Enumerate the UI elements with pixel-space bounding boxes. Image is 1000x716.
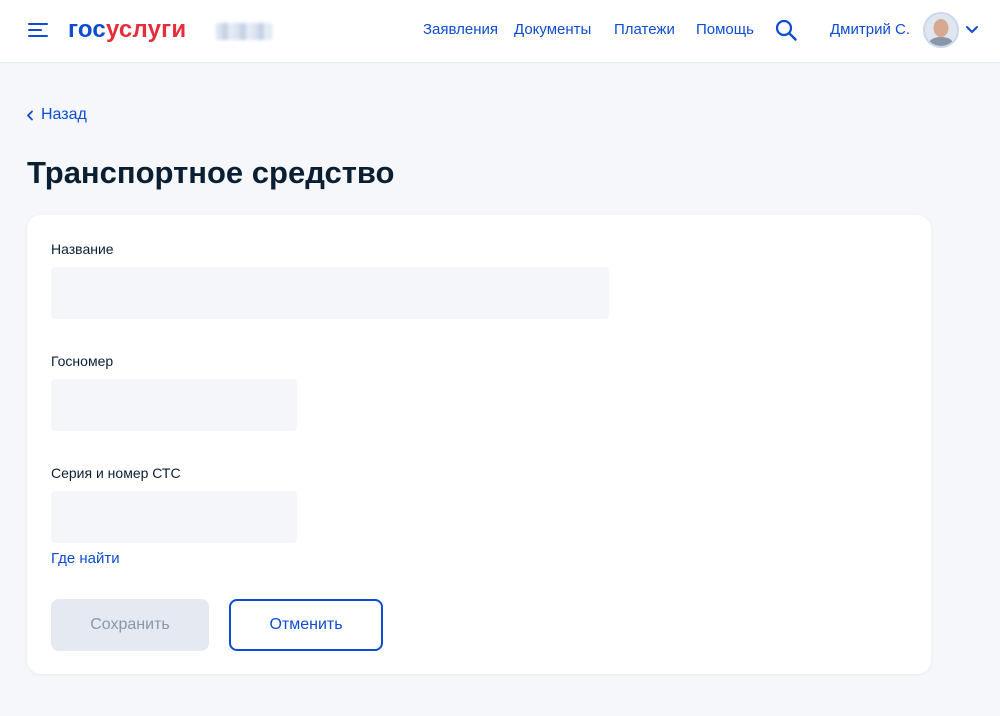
cancel-button[interactable]: Отменить	[229, 599, 383, 651]
back-label: Назад	[41, 106, 87, 123]
sts-input[interactable]	[51, 491, 297, 543]
nav-documents[interactable]: Документы	[514, 21, 591, 39]
chevron-left-icon	[27, 110, 33, 121]
blurred-region-label	[216, 23, 272, 40]
gosuslugi-logo[interactable]: госуслуги	[68, 14, 186, 46]
sts-label: Серия и номер СТС	[51, 465, 181, 481]
gov-number-input[interactable]	[51, 379, 297, 431]
page-title: Транспортное средство	[27, 155, 395, 190]
top-header: госуслуги Заявления Документы Платежи По…	[0, 0, 1000, 63]
vehicle-form-card: Название Госномер Серия и номер СТС Где …	[27, 215, 931, 674]
user-photo-icon	[925, 14, 957, 46]
user-name[interactable]: Дмитрий С.	[830, 21, 910, 39]
name-input[interactable]	[51, 267, 609, 319]
search-icon[interactable]	[775, 19, 797, 41]
where-to-find-link[interactable]: Где найти	[51, 549, 120, 569]
nav-help[interactable]: Помощь	[696, 21, 754, 39]
menu-icon[interactable]	[28, 22, 48, 38]
save-button[interactable]: Сохранить	[51, 599, 209, 651]
gov-number-label: Госномер	[51, 353, 114, 369]
chevron-down-icon[interactable]	[965, 24, 979, 36]
nav-payments[interactable]: Платежи	[614, 21, 675, 39]
nav-applications[interactable]: Заявления	[423, 21, 498, 39]
name-label: Название	[51, 241, 114, 257]
avatar[interactable]	[923, 12, 959, 48]
